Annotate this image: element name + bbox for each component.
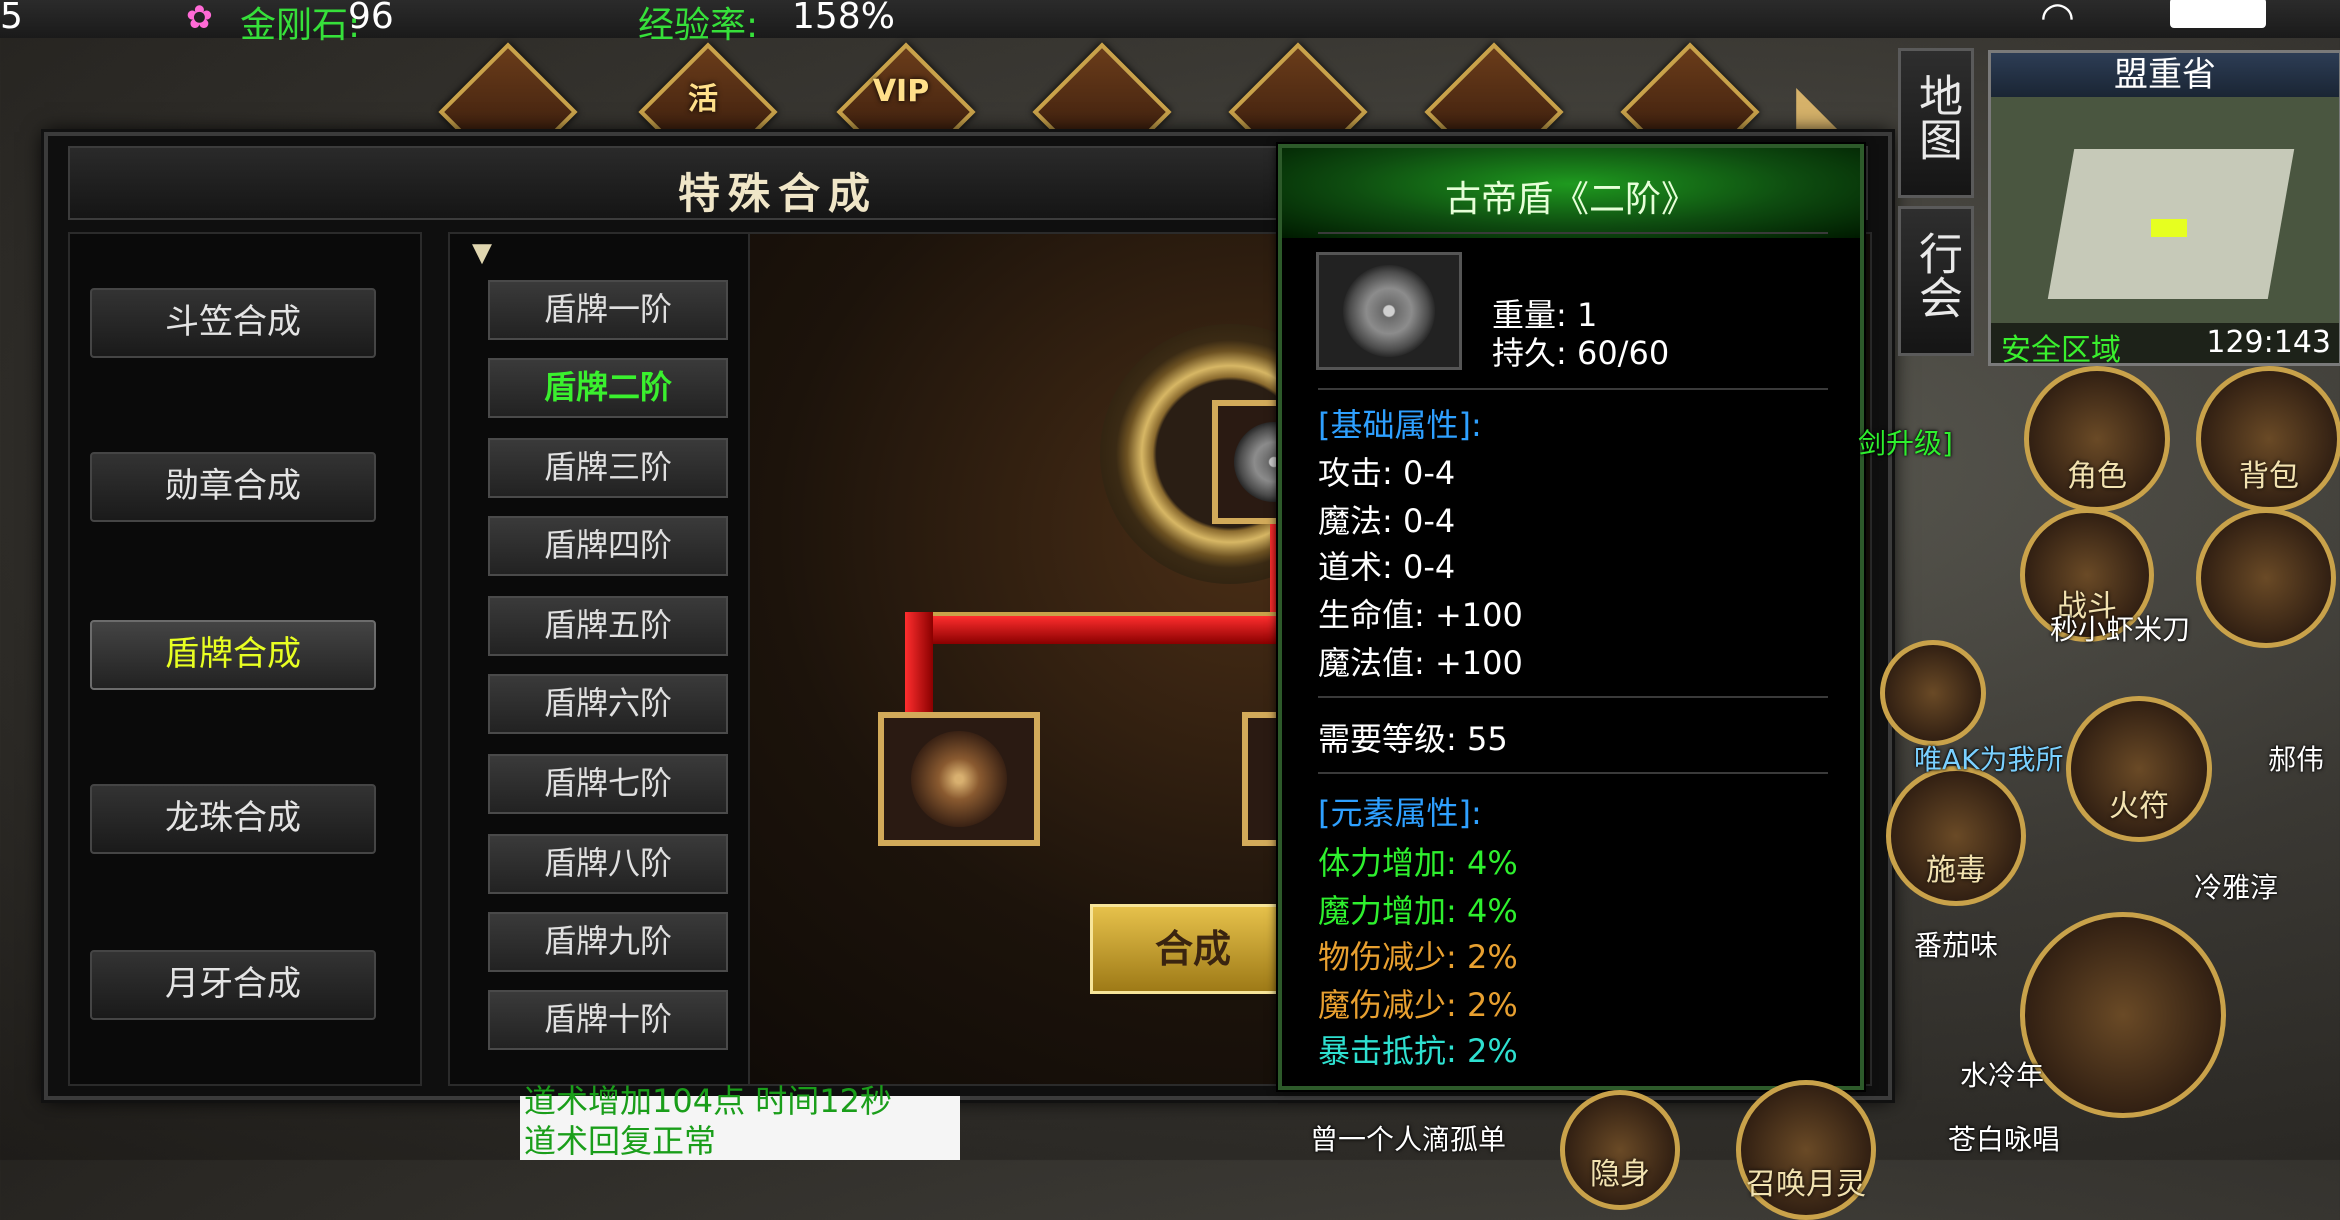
gift-icon[interactable]: [1600, 42, 1770, 182]
player-name[interactable]: 冷雅淳: [2194, 866, 2278, 906]
tier-6-button[interactable]: 盾牌六阶: [488, 674, 728, 734]
stealth-skill-button[interactable]: 隐身: [1560, 1090, 1680, 1210]
element-stat-stamina: 体力增加: 4%: [1318, 844, 1518, 882]
element-attr-header: [元素属性]:: [1318, 794, 1482, 832]
world-label: 剑升级]: [1858, 427, 1953, 460]
item-name: 古帝盾《二阶》: [1444, 179, 1697, 220]
connector-line: [905, 612, 933, 712]
category-shield-button[interactable]: 盾牌合成: [90, 620, 376, 690]
category-medal-button[interactable]: 勋章合成: [90, 452, 376, 522]
dropdown-arrow-icon: ▼: [472, 238, 492, 268]
player-name[interactable]: 曾一个人滴孤单: [1310, 1118, 1506, 1158]
chat-line: 道术回复正常: [524, 1122, 717, 1160]
player-marker-icon: [2151, 219, 2187, 237]
category-hat-button[interactable]: 斗笠合成: [90, 288, 376, 358]
minimap[interactable]: 盟重省 安全区域 129:143: [1988, 50, 2340, 366]
tier-4-button[interactable]: 盾牌四阶: [488, 516, 728, 576]
tier-list: ▼ 盾牌一阶 盾牌二阶 盾牌三阶 盾牌四阶 盾牌五阶 盾牌六阶 盾牌七阶 盾牌八…: [448, 232, 782, 1086]
material-slot-1[interactable]: [878, 712, 1040, 846]
stat-attack: 攻击: 0-4: [1318, 454, 1456, 492]
stat-mp: 魔法值: +100: [1318, 644, 1523, 682]
item-durability: 持久: 60/60: [1492, 334, 1670, 372]
tier-1-button[interactable]: 盾牌一阶: [488, 280, 728, 340]
skill-shuriken-button[interactable]: [2196, 508, 2336, 648]
quest-icon[interactable]: [418, 42, 588, 182]
element-stat-crit-resist: 暴击抵抗: 2%: [1318, 1032, 1518, 1070]
panel-title: 特殊合成: [677, 169, 878, 218]
map-button[interactable]: 地图: [1898, 48, 1974, 198]
map-button-label: 地图: [1911, 73, 1962, 161]
zone-label: 安全区域: [2001, 333, 2121, 366]
bag-button[interactable]: 背包: [2196, 366, 2340, 512]
tier-5-button[interactable]: 盾牌五阶: [488, 596, 728, 656]
category-crescent-button[interactable]: 月牙合成: [90, 950, 376, 1020]
status-fragment: 5: [0, 0, 23, 37]
fortune-icon[interactable]: [1208, 42, 1378, 182]
exp-label: 经验率:: [638, 5, 759, 46]
item-tooltip: 古帝盾《二阶》 重量: 1 持久: 60/60 [基础属性]: 攻击: 0-4 …: [1278, 144, 1864, 1090]
poison-skill-button[interactable]: 施毒: [1886, 766, 2026, 906]
exp-value: 158%: [792, 0, 895, 37]
stat-magic: 魔法: 0-4: [1318, 502, 1456, 540]
guild-button-label: 行会: [1911, 231, 1962, 319]
coordinates: 129:143: [2206, 325, 2331, 360]
character-button[interactable]: 角色: [2024, 366, 2170, 512]
vip-icon[interactable]: VIP: [816, 42, 986, 182]
skill-button-1[interactable]: [1880, 640, 1986, 746]
fire-talisman-button[interactable]: 火符: [2066, 696, 2212, 842]
tooltip-header: 古帝盾《二阶》: [1282, 148, 1860, 238]
player-name[interactable]: 唯AK为我所: [1914, 738, 2064, 778]
player-name[interactable]: 水冷年: [1960, 1054, 2044, 1094]
status-bar: 5 ✿ 金刚石: 96 经验率: 158% ◠: [0, 0, 2340, 46]
base-attr-header: [基础属性]:: [1318, 406, 1482, 444]
diamond-icon: ✿: [186, 0, 213, 36]
category-list: 斗笠合成 勋章合成 盾牌合成 龙珠合成 月牙合成: [68, 232, 422, 1086]
player-name[interactable]: 郝伟: [2268, 738, 2324, 778]
item-icon-slot: [1316, 252, 1462, 370]
category-dragonball-button[interactable]: 龙珠合成: [90, 784, 376, 854]
tier-2-button[interactable]: 盾牌二阶: [488, 358, 728, 418]
battery-icon: [2170, 0, 2266, 28]
summon-skill-button[interactable]: 召唤月灵: [1736, 1080, 1876, 1220]
attack-button[interactable]: [2020, 912, 2226, 1118]
tier-10-button[interactable]: 盾牌十阶: [488, 990, 728, 1050]
diamond-value: 96: [348, 0, 394, 37]
tier-7-button[interactable]: 盾牌七阶: [488, 754, 728, 814]
activity-icon[interactable]: 活: [618, 42, 788, 182]
stat-hp: 生命值: +100: [1318, 596, 1523, 634]
craft-button[interactable]: 合成: [1090, 904, 1296, 994]
shield-icon: [1343, 265, 1435, 357]
map-name: 盟重省: [1991, 53, 2339, 97]
tier-8-button[interactable]: 盾牌八阶: [488, 834, 728, 894]
player-name[interactable]: 秒小虾米刀: [2050, 608, 2190, 648]
palace-icon[interactable]: [1404, 42, 1574, 182]
beauty-icon[interactable]: [1012, 42, 1182, 182]
player-name[interactable]: 番茄味: [1914, 924, 1998, 964]
chat-log[interactable]: 道术增加104点 时间12秒 道术回复正常: [520, 1082, 960, 1160]
element-stat-mana: 魔力增加: 4%: [1318, 892, 1518, 930]
material-shield-icon: [911, 731, 1007, 827]
stat-taoism: 道术: 0-4: [1318, 548, 1456, 586]
wifi-icon: ◠: [2040, 0, 2075, 40]
element-stat-magic-reduce: 魔伤减少: 2%: [1318, 986, 1518, 1024]
level-requirement: 需要等级: 55: [1318, 720, 1508, 758]
diamond-label: 金刚石:: [240, 5, 361, 46]
guild-button[interactable]: 行会: [1898, 206, 1974, 356]
element-stat-phys-reduce: 物伤减少: 2%: [1318, 938, 1518, 976]
player-name[interactable]: 苍白咏唱: [1948, 1118, 2060, 1158]
minimap-footer: 安全区域 129:143: [1991, 323, 2339, 363]
tier-3-button[interactable]: 盾牌三阶: [488, 438, 728, 498]
tier-9-button[interactable]: 盾牌九阶: [488, 912, 728, 972]
